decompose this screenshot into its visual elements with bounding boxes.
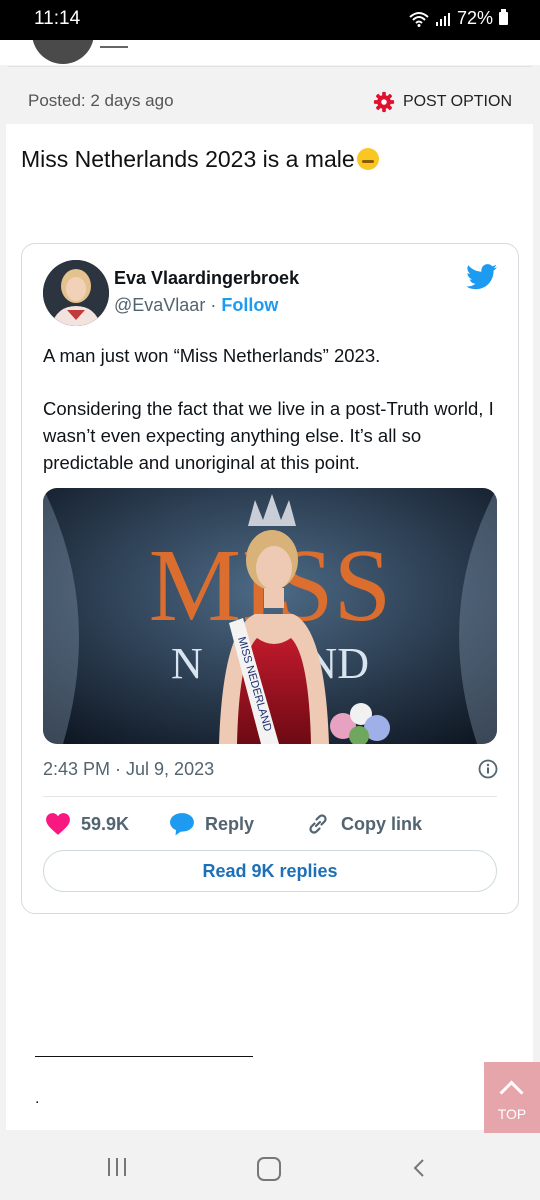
face-emoji-icon — [356, 148, 379, 170]
embedded-tweet[interactable]: Eva Vlaardingerbroek @EvaVlaar · Follow … — [21, 243, 519, 914]
tweet-text: A man just won “Miss Netherlands” 2023. … — [43, 342, 503, 502]
tweet-author-avatar[interactable] — [43, 260, 109, 326]
scroll-to-top-button[interactable]: TOP — [484, 1062, 540, 1133]
posted-time: Posted: 2 days ago — [28, 91, 174, 110]
top-label: TOP — [497, 1106, 527, 1122]
battery-percent: 72% — [456, 8, 493, 28]
status-icons: 72% — [409, 8, 508, 29]
clock: 11:14 — [34, 8, 81, 29]
chevron-up-icon — [499, 1080, 524, 1105]
reply-button[interactable]: Reply — [169, 812, 254, 836]
battery-icon — [499, 9, 508, 25]
tweet-handle-row: @EvaVlaar · Follow — [114, 295, 278, 316]
back-icon[interactable] — [410, 1158, 428, 1178]
read-replies-button[interactable]: Read 9K replies — [43, 850, 497, 892]
pageant-photo: MISS N LAND MISS NEDERLAND — [43, 488, 497, 744]
post-title: Miss Netherlands 2023 is a male — [21, 146, 379, 173]
follow-link[interactable]: Follow — [221, 295, 278, 315]
signature-line — [35, 1056, 253, 1057]
post-meta-bar: Posted: 2 days ago POST OPTION — [8, 66, 532, 125]
wifi-icon — [409, 11, 429, 27]
heart-icon — [46, 813, 70, 835]
home-icon[interactable] — [257, 1157, 281, 1181]
signal-icon — [435, 12, 450, 26]
divider — [100, 46, 128, 48]
recents-icon[interactable] — [106, 1157, 128, 1177]
avatar-portrait-icon — [43, 260, 109, 326]
gear-icon — [373, 91, 395, 113]
tweet-author-name[interactable]: Eva Vlaardingerbroek — [114, 268, 299, 289]
tweet-paragraph: Considering the fact that we live in a p… — [43, 398, 494, 473]
post-option-button[interactable]: POST OPTION — [373, 91, 512, 113]
like-button[interactable]: 59.9K — [45, 812, 129, 836]
tweet-timestamp[interactable]: 2:43 PM · Jul 9, 2023 — [43, 759, 214, 780]
post-option-label: POST OPTION — [402, 93, 512, 110]
divider — [43, 796, 497, 797]
tweet-actions: 59.9K Reply Copy link — [43, 810, 497, 842]
info-icon[interactable] — [478, 759, 498, 779]
link-icon — [309, 814, 327, 834]
post-title-text: Miss Netherlands 2023 is a male — [21, 146, 355, 172]
reply-label: Reply — [205, 813, 255, 834]
avatar — [32, 40, 94, 64]
post-content: Miss Netherlands 2023 is a male Eva Vlaa… — [6, 124, 533, 1130]
tweet-paragraph: A man just won “Miss Netherlands” 2023. — [43, 345, 381, 366]
previous-post-strip — [0, 40, 540, 65]
twitter-bird-icon[interactable] — [466, 264, 498, 290]
tweet-image[interactable]: MISS N LAND MISS NEDERLAND — [43, 488, 497, 744]
tweet-handle[interactable]: @EvaVlaar — [114, 295, 205, 315]
copy-link-label: Copy link — [341, 813, 423, 834]
trailing-dot: . — [35, 1090, 40, 1107]
speech-bubble-icon — [170, 813, 194, 836]
status-bar: 11:14 72% — [0, 0, 540, 40]
android-nav-bar — [0, 1133, 540, 1200]
copy-link-button[interactable]: Copy link — [305, 812, 422, 836]
handle-separator: · — [210, 295, 217, 315]
like-count: 59.9K — [81, 813, 130, 834]
